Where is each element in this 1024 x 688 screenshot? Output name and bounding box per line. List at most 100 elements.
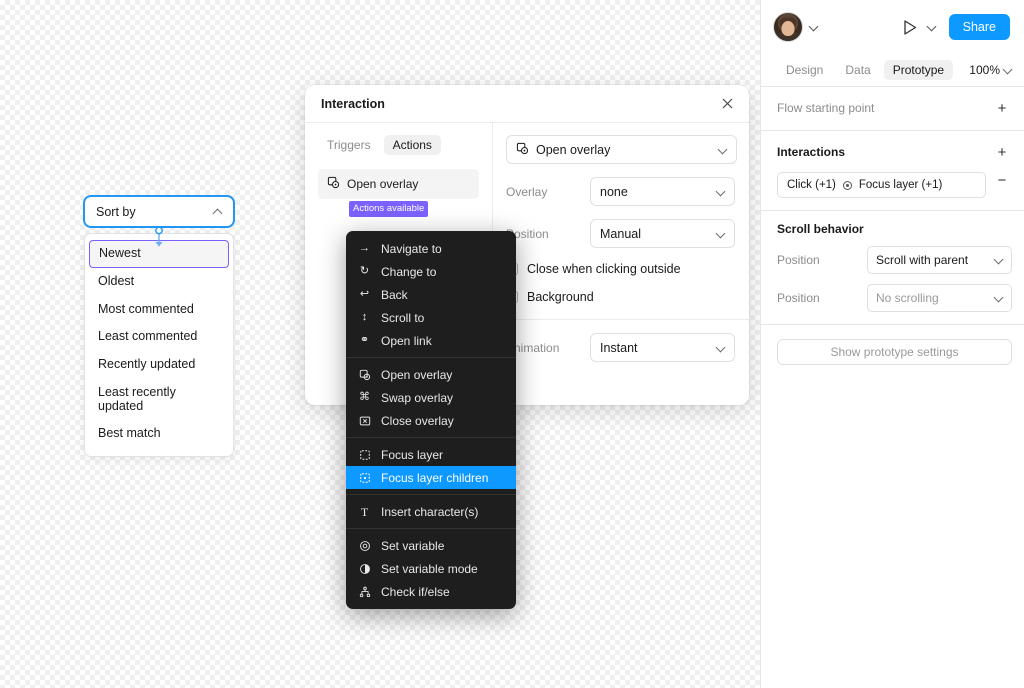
link-icon: ⚭ — [359, 334, 370, 346]
menu-item-swap-overlay[interactable]: ⌘ Swap overlay — [346, 386, 516, 409]
scroll-position-select-1[interactable]: Scroll with parent — [867, 246, 1012, 274]
action-type-value: Open overlay — [536, 142, 611, 157]
scroll-position-value-1: Scroll with parent — [876, 253, 969, 267]
position-field-label: Position — [506, 226, 549, 241]
scroll-position-select-2[interactable]: No scrolling — [867, 284, 1012, 312]
scroll-behavior-title: Scroll behavior — [777, 222, 864, 236]
menu-item-label: Swap overlay — [381, 390, 454, 405]
avatar[interactable] — [773, 12, 803, 42]
chevron-down-icon — [994, 256, 1003, 265]
sort-option-least-recently-updated[interactable]: Least recently updated — [85, 379, 233, 421]
sort-option-best-match[interactable]: Best match — [85, 420, 233, 448]
chevron-down-icon — [718, 145, 727, 154]
menu-item-open-overlay[interactable]: Open overlay — [346, 363, 516, 386]
tab-triggers[interactable]: Triggers — [318, 135, 380, 155]
chevron-down-icon — [716, 187, 725, 196]
menu-item-label: Insert character(s) — [381, 504, 479, 519]
menu-item-label: Check if/else — [381, 584, 450, 599]
sort-option-oldest[interactable]: Oldest — [85, 268, 233, 296]
scroll-position-row-1: Position Scroll with parent — [777, 246, 1012, 274]
menu-item-label: Close overlay — [381, 413, 454, 428]
menu-item-open-link[interactable]: ⚭ Open link — [346, 329, 516, 352]
tab-data[interactable]: Data — [836, 60, 879, 80]
tab-actions[interactable]: Actions — [383, 135, 441, 155]
menu-separator — [346, 437, 516, 438]
menu-item-focus-layer[interactable]: Focus layer — [346, 443, 516, 466]
menu-item-close-overlay[interactable]: Close overlay — [346, 409, 516, 432]
menu-item-insert-characters[interactable]: T Insert character(s) — [346, 500, 516, 523]
interaction-dialog-title: Interaction — [321, 96, 385, 111]
scroll-position-label-1: Position — [777, 253, 820, 267]
sort-option-recently-updated[interactable]: Recently updated — [85, 351, 233, 379]
plus-icon[interactable]: + — [992, 98, 1012, 118]
overlay-select-value: none — [600, 184, 628, 199]
animation-field-row: Animation Instant — [506, 333, 737, 362]
overlay-select[interactable]: none — [590, 177, 735, 206]
action-type-context-menu: → Navigate to ↻ Change to ↩ Back ↕ Scrol… — [346, 231, 516, 609]
overlay-field-row: Overlay none — [506, 177, 737, 206]
sort-option-least-commented[interactable]: Least commented — [85, 323, 233, 351]
chevron-down-icon — [994, 294, 1003, 303]
menu-item-label: Change to — [381, 264, 437, 279]
animation-select-value: Instant — [600, 340, 638, 355]
action-item-label: Open overlay — [347, 177, 419, 191]
text-icon: T — [360, 504, 369, 519]
menu-item-label: Focus layer — [381, 447, 444, 462]
action-list-item-open-overlay[interactable]: Open overlay — [318, 169, 479, 199]
action-type-select[interactable]: Open overlay — [506, 135, 737, 164]
scroll-to-icon: ↕ — [361, 311, 368, 323]
scroll-position-label-2: Position — [777, 291, 820, 305]
chevron-down-icon — [716, 229, 725, 238]
chevron-up-icon — [213, 207, 222, 216]
open-overlay-icon — [327, 176, 340, 192]
animation-select[interactable]: Instant — [590, 333, 735, 362]
zoom-level-value: 100% — [969, 63, 1000, 77]
position-select[interactable]: Manual — [590, 219, 735, 248]
menu-item-change-to[interactable]: ↻ Change to — [346, 260, 516, 283]
share-button[interactable]: Share — [948, 13, 1010, 41]
interactions-title: Interactions — [777, 145, 846, 159]
interaction-dialog-right-pane: Open overlay Overlay none Position Manua… — [493, 123, 749, 405]
zoom-control[interactable]: 100% — [969, 63, 1012, 77]
interaction-tabs: Triggers Actions — [318, 135, 479, 155]
menu-item-label: Back — [381, 287, 408, 302]
open-overlay-icon — [516, 142, 529, 158]
interaction-trigger-label: Click (+1) — [787, 179, 836, 191]
actions-available-badge: Actions available — [349, 201, 429, 217]
sort-by-option-list: Newest Oldest Most commented Least comme… — [84, 233, 234, 457]
sort-by-trigger[interactable]: Sort by — [83, 195, 235, 228]
zoom-chevron-down-icon — [1003, 66, 1012, 75]
play-icon[interactable] — [899, 16, 921, 38]
menu-item-label: Scroll to — [381, 310, 425, 325]
menu-item-navigate-to[interactable]: → Navigate to — [346, 237, 516, 260]
close-icon[interactable] — [717, 94, 737, 114]
menu-item-check-if-else[interactable]: Check if/else — [346, 580, 516, 603]
menu-item-focus-layer-children[interactable]: Focus layer children — [346, 466, 516, 489]
close-overlay-icon — [358, 414, 371, 427]
scroll-behavior-section: Scroll behavior Position Scroll with par… — [761, 211, 1024, 325]
menu-item-set-variable-mode[interactable]: Set variable mode — [346, 557, 516, 580]
animation-field-label: Animation — [506, 340, 560, 355]
menu-separator — [346, 528, 516, 529]
sort-by-dropdown-group: Sort by Newest Oldest Most commented Lea… — [83, 195, 235, 457]
scroll-position-value-2: No scrolling — [876, 291, 939, 305]
menu-item-label: Navigate to — [381, 241, 442, 256]
flow-starting-point-title: Flow starting point — [777, 101, 875, 115]
minus-icon[interactable]: − — [992, 170, 1012, 190]
focus-layer-children-icon — [358, 471, 371, 484]
tab-design[interactable]: Design — [777, 60, 832, 80]
interaction-item[interactable]: Click (+1) Focus layer (+1) — [777, 172, 986, 198]
avatar-chevron-down-icon[interactable] — [809, 22, 819, 32]
target-icon — [842, 180, 852, 190]
tab-prototype[interactable]: Prototype — [883, 60, 954, 80]
plus-icon[interactable]: + — [992, 142, 1012, 162]
menu-item-back[interactable]: ↩ Back — [346, 283, 516, 306]
prototype-connector-icon — [155, 227, 163, 247]
sort-option-most-commented[interactable]: Most commented — [85, 296, 233, 324]
play-chevron-down-icon[interactable] — [927, 22, 937, 32]
menu-item-label: Open link — [381, 333, 432, 348]
close-when-clicking-outside-label: Close when clicking outside — [527, 262, 681, 276]
menu-item-scroll-to[interactable]: ↕ Scroll to — [346, 306, 516, 329]
menu-item-set-variable[interactable]: Set variable — [346, 534, 516, 557]
show-prototype-settings-button[interactable]: Show prototype settings — [777, 339, 1012, 365]
